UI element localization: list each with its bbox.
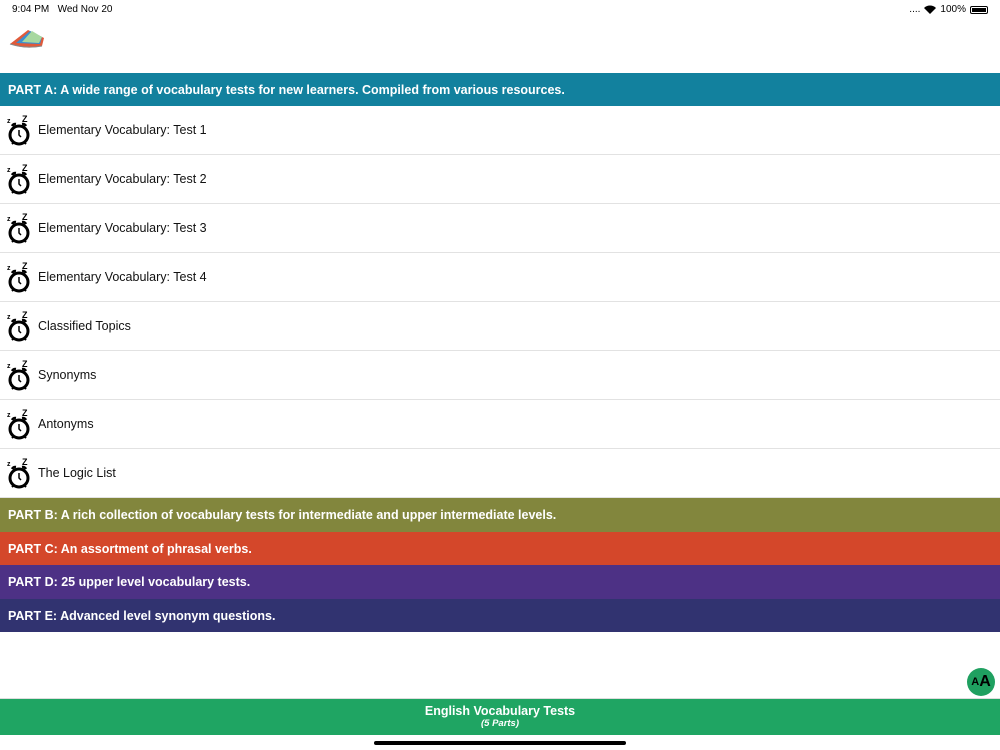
list-item[interactable]: z Z Classified Topics xyxy=(0,302,1000,351)
svg-text:z: z xyxy=(7,118,11,125)
svg-text:Z: Z xyxy=(22,163,28,173)
list-item[interactable]: z Z Elementary Vocabulary: Test 2 xyxy=(0,155,1000,204)
part-e-header[interactable]: PART E: Advanced level synonym questions… xyxy=(0,599,1000,632)
list-item-label: Synonyms xyxy=(38,368,97,382)
svg-text:z: z xyxy=(7,412,11,419)
footer-title: English Vocabulary Tests xyxy=(424,704,576,718)
alarm-clock-icon: zZ xyxy=(7,163,30,195)
footer-subtitle: (5 Parts) xyxy=(480,718,519,729)
font-size-button[interactable]: AA xyxy=(967,668,995,696)
svg-text:z: z xyxy=(7,461,11,468)
list-item-label: Elementary Vocabulary: Test 4 xyxy=(38,270,207,284)
svg-text:z: z xyxy=(7,314,11,321)
footer-bar: English Vocabulary Tests (5 Parts) xyxy=(0,698,1000,735)
alarm-clock-icon: zZ xyxy=(7,261,30,293)
part-c-header[interactable]: PART C: An assortment of phrasal verbs. xyxy=(0,532,1000,565)
svg-text:Z: Z xyxy=(22,457,28,467)
home-indicator[interactable] xyxy=(374,741,626,745)
alarm-clock-icon: zZ xyxy=(7,359,30,391)
list-item-label: Classified Topics xyxy=(38,319,131,333)
list-item[interactable]: z Z The Logic List xyxy=(0,449,1000,498)
battery-percent: 100% xyxy=(940,4,966,15)
svg-text:Z: Z xyxy=(22,261,28,271)
wifi-icon xyxy=(924,5,937,14)
svg-text:z: z xyxy=(7,216,11,223)
part-d-header[interactable]: PART D: 25 upper level vocabulary tests. xyxy=(0,565,1000,599)
signal-dots-icon: .... xyxy=(909,4,921,15)
svg-text:Z: Z xyxy=(22,359,28,369)
list-item[interactable]: z Z Synonyms xyxy=(0,351,1000,400)
list-item-label: Antonyms xyxy=(38,417,94,431)
list-item[interactable]: z Z Elementary Vocabulary: Test 4 xyxy=(0,253,1000,302)
svg-text:z: z xyxy=(7,363,11,370)
alarm-clock-icon: zZ xyxy=(7,408,30,440)
list-item-label: Elementary Vocabulary: Test 2 xyxy=(38,172,207,186)
app-logo-icon xyxy=(9,30,44,48)
list-item-label: Elementary Vocabulary: Test 1 xyxy=(38,123,207,137)
part-a-header[interactable]: PART A: A wide range of vocabulary tests… xyxy=(0,73,1000,106)
list-item[interactable]: z Z Elementary Vocabulary: Test 1 xyxy=(0,106,1000,155)
alarm-clock-icon: zZ xyxy=(7,457,30,489)
svg-text:Z: Z xyxy=(22,310,28,320)
list-item-label: The Logic List xyxy=(38,466,116,480)
part-b-header[interactable]: PART B: A rich collection of vocabulary … xyxy=(0,498,1000,532)
svg-text:Z: Z xyxy=(22,408,28,418)
status-bar: 9:04 PM Wed Nov 20 .... 100% xyxy=(0,0,1000,18)
svg-text:z: z xyxy=(7,167,11,174)
test-list: z Z Elementary Vocabulary: Test 1 z Z Element… xyxy=(0,106,1000,498)
svg-text:z: z xyxy=(7,265,11,272)
list-item[interactable]: z Z Elementary Vocabulary: Test 3 xyxy=(0,204,1000,253)
battery-icon xyxy=(970,5,988,14)
list-item[interactable]: z Z Antonyms xyxy=(0,400,1000,449)
list-item-label: Elementary Vocabulary: Test 3 xyxy=(38,221,207,235)
alarm-clock-icon: zZ xyxy=(7,212,30,244)
svg-text:Z: Z xyxy=(22,212,28,222)
status-time: 9:04 PM Wed Nov 20 xyxy=(12,4,113,15)
svg-text:Z: Z xyxy=(22,114,28,124)
alarm-clock-icon: zZ xyxy=(7,114,30,146)
alarm-clock-icon: zZ xyxy=(7,310,30,342)
